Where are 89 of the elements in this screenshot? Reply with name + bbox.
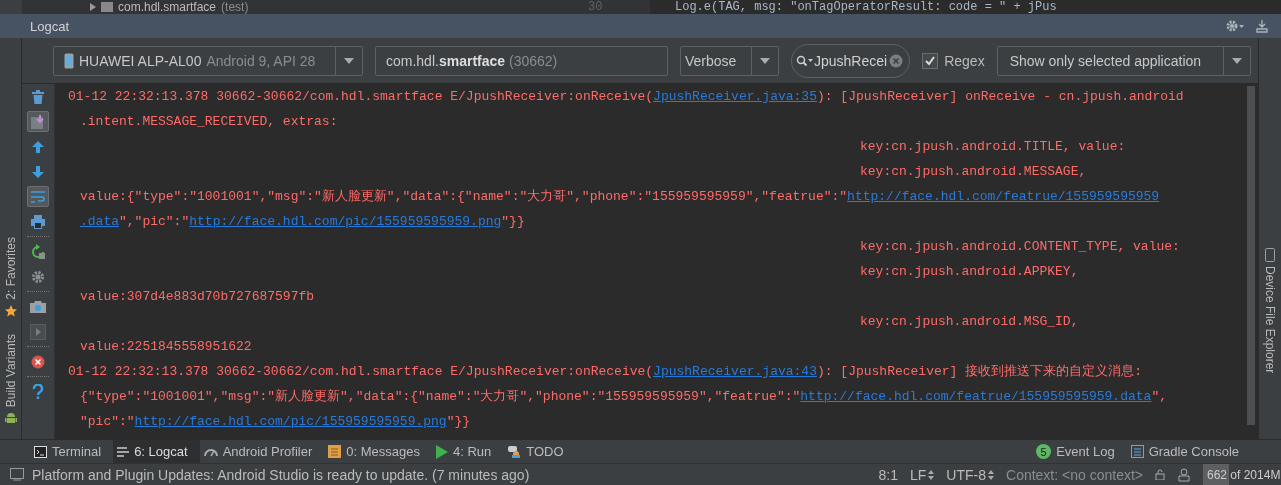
filter-dropdown[interactable]: Show only selected application <box>996 45 1251 76</box>
log-line: key:cn.jpush.android.TITLE, value: <box>860 139 1126 154</box>
regex-checkbox[interactable] <box>922 52 939 69</box>
log-line: key:cn.jpush.android.MESSAGE, <box>860 164 1087 179</box>
scroll-end-tool-button[interactable] <box>27 111 49 132</box>
line-separator-selector[interactable]: LF <box>910 466 935 483</box>
log-line: key:cn.jpush.android.CONTENT_TYPE, value: <box>860 239 1180 254</box>
console-icon <box>1130 445 1144 458</box>
checkbox-label[interactable]: Regex <box>944 52 985 69</box>
device-dropdown[interactable]: HUAWEI ALP-AL00 Android 9, API 28 <box>53 45 363 76</box>
close-icon <box>31 354 45 369</box>
help-icon <box>32 383 44 400</box>
file-link[interactable]: JpushReceiver.java:35 <box>653 89 817 104</box>
camera-icon <box>29 299 47 314</box>
code-line: Log.e(TAG, msg: "onTagOperatorResult: code = " + jPus <box>675 0 1057 14</box>
log-line: value:307d4e883d70b727687597fb <box>80 289 315 304</box>
settings-icon <box>31 269 45 284</box>
down-arrow-icon <box>31 164 45 179</box>
up-arrow-icon <box>31 139 45 154</box>
log-line: 01-12 22:32:13.378 30662-30662/com.hdl.smartface E/JpushReceiver:onReceive(JpushReceiver.java:35): [JpushReceiver] onReceive - cn.jpush.android <box>68 89 1184 104</box>
video-tool-button[interactable] <box>27 321 49 342</box>
android-icon <box>3 411 18 425</box>
play-icon <box>30 323 46 340</box>
inspector-icon[interactable] <box>1177 467 1191 482</box>
dropdown-arrow-icon <box>760 57 770 64</box>
monitor-icon <box>10 468 24 481</box>
tool-tab[interactable]: Android Profiler <box>199 440 325 463</box>
status-message[interactable]: Platform and Plugin Updates: Android Studio is ready to update. (7 minutes ago) <box>32 466 530 483</box>
file-link[interactable]: http://face.hdl.com/pic/155959595959.png <box>134 414 447 429</box>
soft-wrap-icon <box>30 188 46 205</box>
messages-icon <box>328 445 342 458</box>
dropdown-arrow-icon <box>344 57 354 64</box>
checkmark-icon <box>924 54 937 67</box>
side-tab[interactable]: Device File Explorer <box>1263 248 1277 374</box>
count-badge: 5 <box>1036 444 1052 459</box>
tool-tab[interactable]: Gradle Console <box>1126 440 1251 463</box>
file-link[interactable]: http://face.hdl.com/pic/155959595959.png <box>189 214 502 229</box>
print-icon <box>30 213 46 230</box>
context-label: Context: <no context> <box>1006 466 1143 483</box>
side-tab[interactable]: Build Variants <box>0 333 21 425</box>
import-icon <box>30 113 46 130</box>
log-level-dropdown[interactable]: Verbose <box>680 45 779 76</box>
side-tab[interactable]: 2: Favorites <box>0 237 21 318</box>
list-icon <box>117 446 130 457</box>
tool-tab[interactable]: 5 Event Log <box>1032 440 1127 463</box>
log-line: {"type":"1001001","msg":"新人脸更新","data":{"name":"大力哥","phone":"155959595959","featrue":"http://face.hdl.com/featrue/155959595959.data", <box>80 389 1167 404</box>
caret-position[interactable]: 8:1 <box>878 466 898 483</box>
project-node[interactable]: com.hdl.smartface <box>118 0 217 14</box>
encoding-selector[interactable]: UTF-8 <box>946 466 994 483</box>
tool-tab[interactable]: TODO <box>503 440 576 463</box>
trash-icon <box>30 88 46 105</box>
up-down-arrows-icon <box>928 469 935 480</box>
restart-icon <box>30 243 46 260</box>
phone-icon <box>64 52 74 69</box>
todo-icon <box>507 445 522 458</box>
file-link[interactable]: .data <box>80 214 119 229</box>
clear-icon[interactable] <box>889 53 904 68</box>
lock-icon[interactable] <box>1155 469 1165 480</box>
hide-icon[interactable] <box>1255 19 1269 33</box>
window-title: Logcat <box>30 18 70 34</box>
module-icon <box>101 2 113 12</box>
log-line: key:cn.jpush.android.APPKEY, <box>860 264 1079 279</box>
search-icon <box>796 54 814 67</box>
scrollbar-thumb[interactable] <box>1247 86 1255 425</box>
file-link[interactable]: http://face.hdl.com/featrue/155959595959.data <box>800 389 1152 404</box>
dropdown-arrow-icon <box>1231 57 1242 64</box>
tool-tab[interactable]: 6: Logcat <box>113 440 200 463</box>
play-icon <box>435 444 448 459</box>
tool-tab[interactable]: 4: Run <box>431 440 504 463</box>
gauge-icon <box>203 446 218 457</box>
log-line: .data","pic":"http://face.hdl.com/pic/155959595959.png"}} <box>80 214 525 229</box>
phone-icon <box>1265 248 1275 262</box>
log-line: 01-12 22:32:13.378 30662-30662/com.hdl.smartface E/JpushReceiver:onReceive(JpushReceiver.java:43): [JpushReceiver] 接收到推送下来的自定义消息: <box>68 364 1142 379</box>
terminal-icon <box>34 445 47 458</box>
log-line: .intent.MESSAGE_RECEIVED, extras: <box>80 114 338 129</box>
tool-tab[interactable]: Terminal <box>30 440 114 463</box>
log-line: value:2251845558951622 <box>80 339 252 354</box>
star-icon <box>3 303 18 318</box>
tool-tab[interactable]: 0: Messages <box>324 440 432 463</box>
process-dropdown[interactable]: com.hdl.smartface (30662) <box>375 45 668 76</box>
log-line: key:cn.jpush.android.MSG_ID, <box>860 314 1079 329</box>
file-link[interactable]: JpushReceiver.java:43 <box>653 364 817 379</box>
project-suffix: (test) <box>221 0 249 14</box>
memory-indicator[interactable]: 662 of 2014M <box>1203 464 1281 485</box>
file-link[interactable]: http://face.hdl.com/featrue/155959595959 <box>847 189 1160 204</box>
log-line: "pic":"http://face.hdl.com/pic/155959595959.png"}} <box>80 414 471 429</box>
settings-icon[interactable] <box>1225 19 1245 33</box>
log-line: value:{"type":"1001001","msg":"新人脸更新","data":{"name":"大力哥","phone":"155959595959","featrue":"http://face.hdl.com/featrue/155959595959 <box>80 189 1160 204</box>
up-down-arrows-icon <box>988 469 994 480</box>
